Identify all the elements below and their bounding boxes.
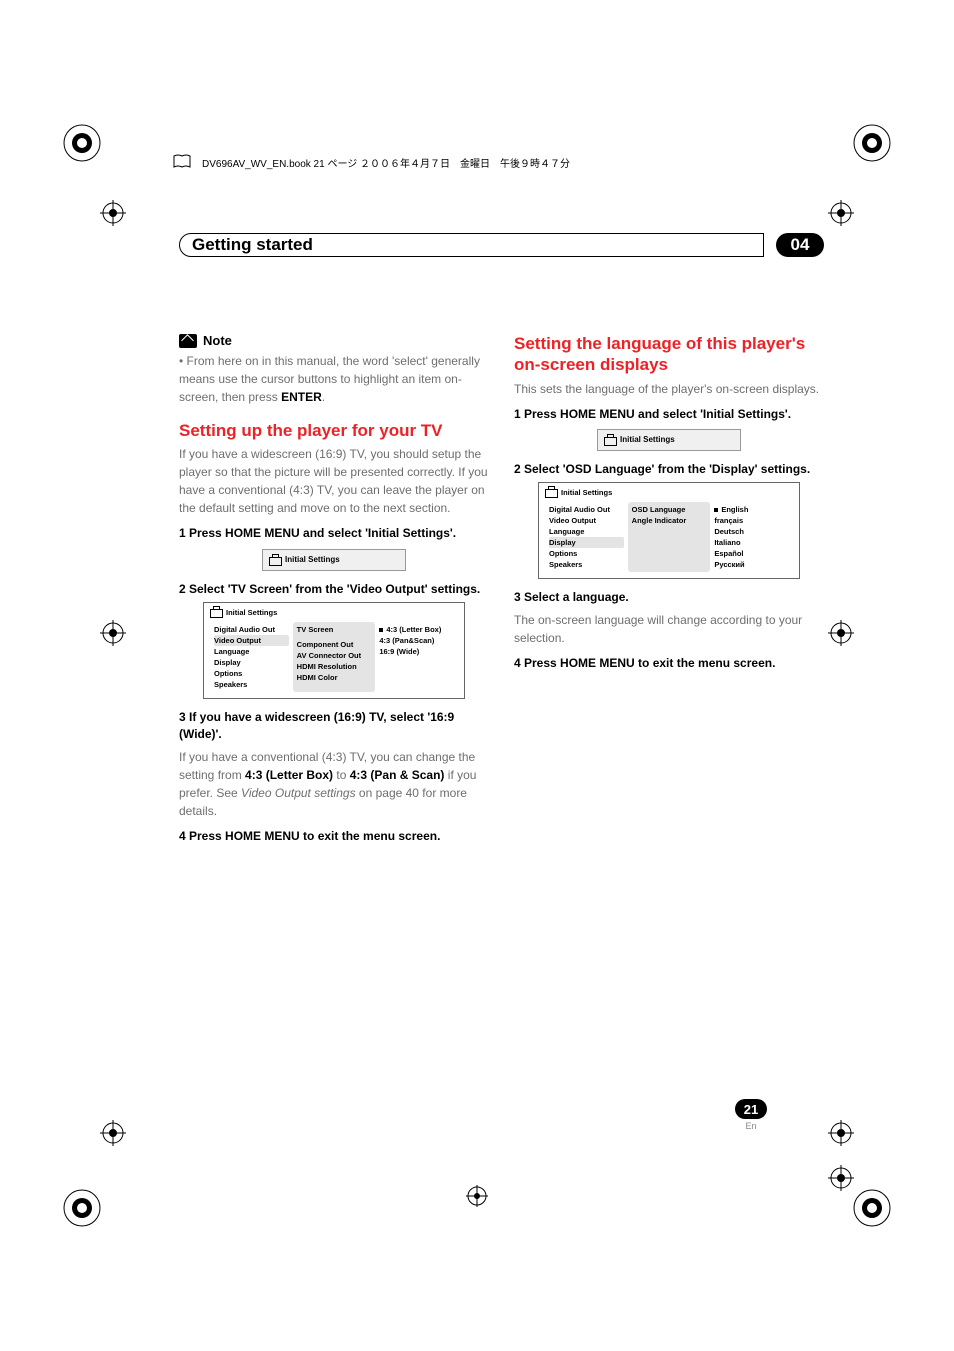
print-mark-icon xyxy=(852,1188,892,1228)
initial-settings-button[interactable]: Initial Settings xyxy=(597,429,741,451)
panel-title: Initial Settings xyxy=(539,483,799,499)
panel-item[interactable]: 16:9 (Wide) xyxy=(379,646,454,657)
intro-tv: If you have a widescreen (16:9) TV, you … xyxy=(179,445,489,517)
settings-panel-left: Initial Settings Digital Audio Out Video… xyxy=(203,602,465,699)
panel-item[interactable]: Language xyxy=(549,526,624,537)
right-column: Setting the language of this player's on… xyxy=(514,333,824,849)
panel-col-left: Digital Audio Out Video Output Language … xyxy=(545,502,628,572)
content-area: DV696AV_WV_EN.book 21 ページ ２００６年４月７日 金曜日 … xyxy=(127,123,827,1228)
panel-item[interactable]: français xyxy=(714,515,789,526)
page: DV696AV_WV_EN.book 21 ページ ２００６年４月７日 金曜日 … xyxy=(0,0,954,1351)
panel-item[interactable]: AV Connector Out xyxy=(297,650,372,661)
panel-item[interactable]: English xyxy=(714,504,789,515)
registration-mark-icon xyxy=(828,1165,854,1191)
page-number: 21 xyxy=(735,1099,767,1119)
note-text-b: ENTER xyxy=(281,390,322,404)
panel-col-right: English français Deutsch Italiano Españo… xyxy=(710,502,793,572)
button-label: Initial Settings xyxy=(620,435,675,444)
panel-item[interactable]: 4:3 (Pan&Scan) xyxy=(379,635,454,646)
step-4-right: 4 Press HOME MENU to exit the menu scree… xyxy=(514,655,824,672)
panel-item[interactable]: 4:3 (Letter Box) xyxy=(379,624,454,635)
post-step3-right: The on-screen language will change accor… xyxy=(514,611,824,647)
toolbox-icon xyxy=(604,435,616,445)
step-2-left: 2 Select 'TV Screen' from the 'Video Out… xyxy=(179,581,489,598)
step-2-right: 2 Select 'OSD Language' from the 'Displa… xyxy=(514,461,824,478)
book-header-text: DV696AV_WV_EN.book 21 ページ ２００６年４月７日 金曜日 … xyxy=(202,155,570,170)
registration-mark-icon xyxy=(100,1120,126,1146)
book-icon xyxy=(172,154,192,170)
book-header: DV696AV_WV_EN.book 21 ページ ２００６年４月７日 金曜日 … xyxy=(172,154,570,170)
step-4-left: 4 Press HOME MENU to exit the menu scree… xyxy=(179,828,489,845)
panel-item[interactable]: Display xyxy=(214,657,289,668)
panel-item[interactable]: Display xyxy=(549,537,624,548)
panel-item[interactable]: Deutsch xyxy=(714,526,789,537)
note-text-a: From here on in this manual, the word 's… xyxy=(179,354,480,404)
note-label: Note xyxy=(203,333,232,348)
step-3-left: 3 If you have a widescreen (16:9) TV, se… xyxy=(179,709,489,744)
note-body: • From here on in this manual, the word … xyxy=(179,352,489,406)
panel-item[interactable]: Speakers xyxy=(549,559,624,570)
registration-mark-icon xyxy=(828,620,854,646)
panel-item[interactable]: Video Output xyxy=(214,635,289,646)
title-bar: Getting started 04 xyxy=(179,233,824,259)
page-language: En xyxy=(735,1121,767,1131)
note-text-c: . xyxy=(322,390,325,404)
columns: Note • From here on in this manual, the … xyxy=(179,333,824,849)
heading-setup-tv: Setting up the player for your TV xyxy=(179,420,489,441)
panel-item[interactable]: Speakers xyxy=(214,679,289,690)
toolbox-icon xyxy=(545,487,557,497)
panel-item[interactable]: Español xyxy=(714,548,789,559)
panel-item[interactable]: Language xyxy=(214,646,289,657)
step-1-left: 1 Press HOME MENU and select 'Initial Se… xyxy=(179,525,489,542)
step-1-right: 1 Press HOME MENU and select 'Initial Se… xyxy=(514,406,824,423)
panel-item[interactable]: OSD Language xyxy=(632,504,707,515)
panel-col-mid: TV Screen Component Out AV Connector Out… xyxy=(293,622,376,692)
panel-item[interactable]: Digital Audio Out xyxy=(549,504,624,515)
registration-mark-icon xyxy=(828,1120,854,1146)
panel-item[interactable]: Video Output xyxy=(549,515,624,526)
panel-title: Initial Settings xyxy=(204,603,464,619)
note-heading: Note xyxy=(179,333,489,348)
left-column: Note • From here on in this manual, the … xyxy=(179,333,489,849)
registration-mark-icon xyxy=(100,200,126,226)
print-mark-icon xyxy=(62,123,102,163)
toolbox-icon xyxy=(269,555,281,565)
panel-item[interactable]: HDMI Color xyxy=(297,672,372,683)
panel-col-right: 4:3 (Letter Box) 4:3 (Pan&Scan) 16:9 (Wi… xyxy=(375,622,458,692)
panel-item[interactable]: Русский xyxy=(714,559,789,570)
toolbox-icon xyxy=(210,607,222,617)
button-label: Initial Settings xyxy=(285,555,340,564)
intro-language: This sets the language of the player's o… xyxy=(514,380,824,398)
panel-col-mid: OSD Language Angle Indicator xyxy=(628,502,711,572)
section-title: Getting started xyxy=(179,233,764,257)
panel-item[interactable]: Options xyxy=(214,668,289,679)
panel-item[interactable]: Component Out xyxy=(297,639,372,650)
pencil-icon xyxy=(179,334,197,348)
panel-item[interactable]: Options xyxy=(549,548,624,559)
step-3-right: 3 Select a language. xyxy=(514,589,824,606)
print-mark-icon xyxy=(852,123,892,163)
panel-item[interactable]: Digital Audio Out xyxy=(214,624,289,635)
panel-item[interactable]: HDMI Resolution xyxy=(297,661,372,672)
panel-col-left: Digital Audio Out Video Output Language … xyxy=(210,622,293,692)
print-mark-icon xyxy=(62,1188,102,1228)
panel-item[interactable]: Italiano xyxy=(714,537,789,548)
bullet: • xyxy=(179,354,183,368)
settings-panel-right: Initial Settings Digital Audio Out Video… xyxy=(538,482,800,579)
heading-language: Setting the language of this player's on… xyxy=(514,333,824,376)
panel-item[interactable]: TV Screen xyxy=(297,624,372,635)
panel-item[interactable]: Angle Indicator xyxy=(632,515,707,526)
registration-mark-icon xyxy=(100,620,126,646)
post-step3-left: If you have a conventional (4:3) TV, you… xyxy=(179,748,489,820)
initial-settings-button[interactable]: Initial Settings xyxy=(262,549,406,571)
footer: 21 En xyxy=(735,1099,767,1131)
registration-mark-icon xyxy=(828,200,854,226)
chapter-number: 04 xyxy=(776,233,824,257)
